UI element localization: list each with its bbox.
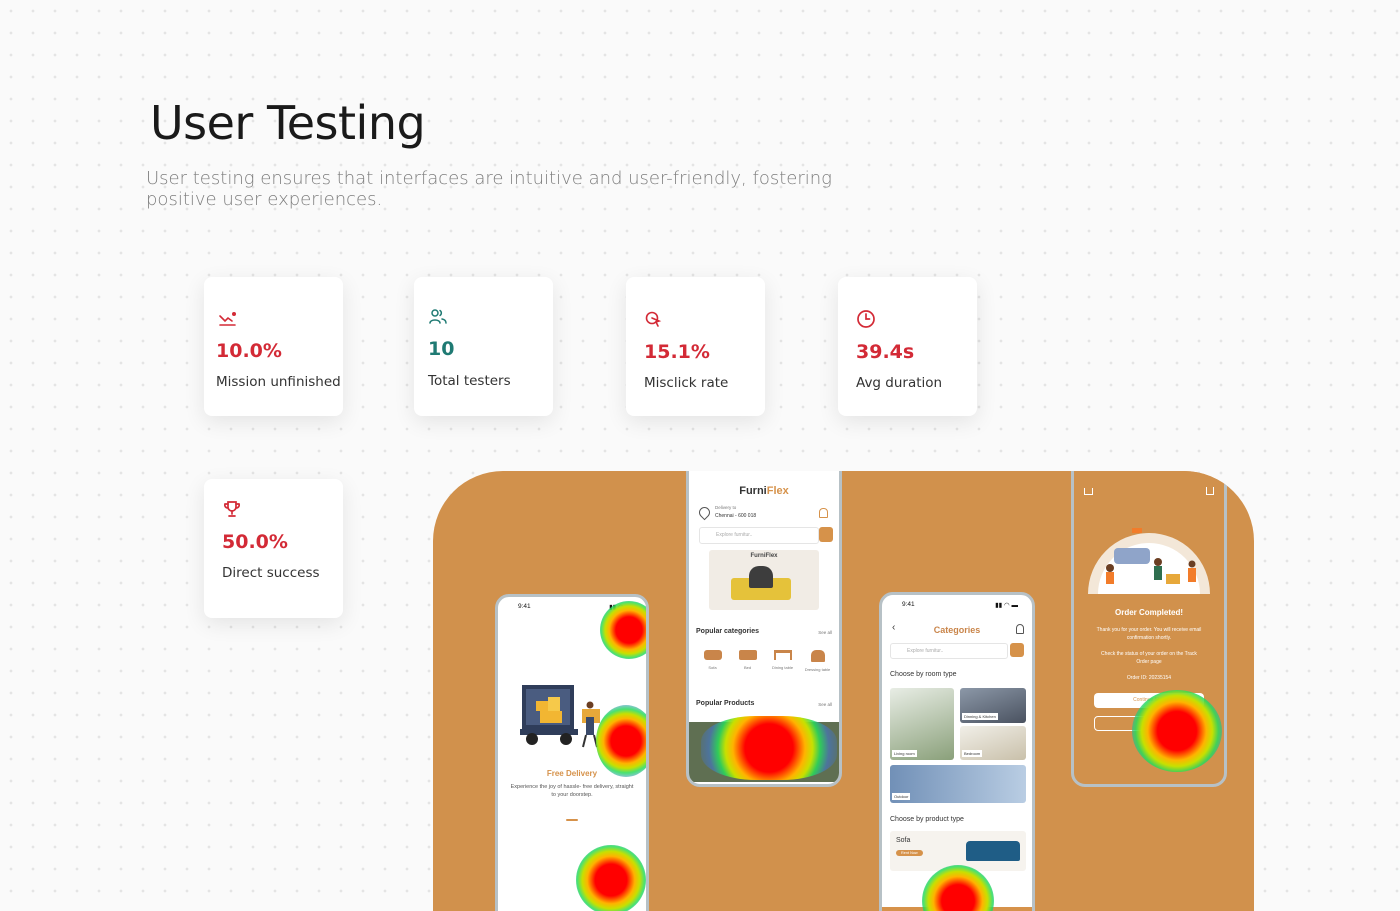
signal-icon: ▮▮ ◠ ▬: [995, 602, 1018, 609]
heatmap-spot: [576, 845, 646, 911]
popular-categories-heading: Popular categories: [696, 628, 760, 635]
page-indicator: [566, 819, 578, 821]
page-subtitle: User testing ensures that interfaces are…: [146, 168, 832, 210]
stat-card-total-testers: 10 Total testers: [414, 277, 553, 416]
see-all-products[interactable]: See all: [818, 702, 832, 707]
notification-icon[interactable]: [819, 508, 828, 518]
phone-order-completed: Order Completed! Thank you for your orde…: [1071, 471, 1227, 787]
brand-prefix: Furni: [739, 485, 767, 497]
room-outdoor[interactable]: Outdoor: [890, 765, 1026, 803]
room-label: Dinning & Kitchen: [962, 713, 998, 720]
search-bar[interactable]: Explore furnitur..: [699, 527, 819, 544]
filter-button[interactable]: [1010, 643, 1024, 657]
cursor-click-icon: [645, 311, 662, 327]
room-label: Bedroom: [962, 750, 983, 757]
category-sofa[interactable]: Sofa: [697, 650, 729, 680]
users-icon: [429, 309, 447, 324]
movers-illustration: [1088, 528, 1210, 594]
onboarding-body: Experience the joy of hassle- free deliv…: [510, 784, 634, 798]
heatmap-spot: [922, 865, 994, 911]
phone-onboarding: 9:41▮▮ ◠ ▬ Free Delivery Experience the …: [495, 594, 649, 911]
stat-card-direct-success: 50.0% Direct success: [204, 479, 343, 618]
status-time: 9:41: [518, 603, 531, 610]
bed-icon: [738, 650, 757, 660]
trend-down-icon: [219, 311, 237, 326]
stat-value: 39.4s: [856, 341, 915, 363]
filter-button[interactable]: [819, 527, 833, 542]
stat-label: Misclick rate: [644, 375, 729, 391]
home-icon[interactable]: [1084, 488, 1093, 495]
banner-people-image: [749, 566, 773, 588]
stat-card-mission-unfinished: 10.0% Mission unfinished: [204, 277, 343, 416]
stat-label: Total testers: [428, 373, 511, 389]
dressing-table-icon: [810, 650, 825, 662]
search-placeholder: Explore furnitur..: [716, 532, 753, 538]
stat-label: Avg duration: [856, 375, 943, 391]
heatmap-spot: [596, 705, 646, 777]
location-pin-icon: [696, 504, 713, 521]
category-label: Bed: [743, 665, 752, 670]
stat-label: Mission unfinished: [216, 374, 341, 390]
room-bedroom[interactable]: Bedroom: [960, 726, 1026, 760]
categories-title: Categories: [933, 625, 981, 635]
category-dressing[interactable]: Dressing table: [802, 650, 834, 680]
room-type-heading: Choose by room type: [890, 671, 957, 678]
search-bar[interactable]: Explore furnitur..: [890, 643, 1008, 659]
stat-card-misclick-rate: 15.1% Misclick rate: [626, 277, 765, 416]
brand-suffix: Flex: [766, 485, 789, 497]
category-label: Dining table: [771, 665, 794, 670]
phone-home: FurniFlex Delivery to Chennai - 600 018 …: [686, 471, 842, 787]
category-bed[interactable]: Bed: [732, 650, 764, 680]
category-list: Sofa Bed Dining table Dressing table: [695, 650, 835, 680]
product-type-heading: Choose by product type: [890, 816, 964, 823]
order-message: Thank you for your order. You will recei…: [1096, 627, 1202, 641]
heatmap-spot: [701, 716, 837, 780]
delivery-label: Delivery to: [715, 505, 737, 510]
clock-icon: [857, 310, 875, 328]
stat-value: 50.0%: [222, 531, 288, 553]
brand-logo: FurniFlex: [689, 485, 839, 497]
sofa-icon: [703, 650, 722, 660]
sofa-product-image: [966, 841, 1020, 861]
category-label: Sofa: [708, 665, 717, 670]
order-track-text: Check the status of your order on the Tr…: [1101, 651, 1197, 665]
stat-card-avg-duration: 39.4s Avg duration: [838, 277, 977, 416]
room-dining[interactable]: Dinning & Kitchen: [960, 688, 1026, 723]
product-name: Sofa: [896, 837, 911, 844]
heatmap-spot: [1132, 690, 1222, 772]
notification-icon[interactable]: [1016, 624, 1024, 634]
see-all-categories[interactable]: See all: [818, 630, 832, 635]
category-label: Dressing table: [804, 667, 831, 672]
stat-value: 10: [428, 338, 455, 360]
promo-banner[interactable]: FurniFlex: [709, 550, 819, 610]
stat-label: Direct success: [222, 565, 320, 581]
delivery-address[interactable]: Chennai - 600 018: [715, 513, 756, 519]
heatmap-showcase: 9:41▮▮ ◠ ▬ Free Delivery Experience the …: [433, 471, 1254, 911]
room-living[interactable]: Living room: [890, 688, 954, 760]
popular-products-heading: Popular Products: [696, 700, 755, 707]
room-label: Living room: [892, 750, 917, 757]
category-dining[interactable]: Dining table: [767, 650, 799, 680]
search-placeholder: Explore furnitur..: [907, 648, 944, 654]
status-time: 9:41: [902, 601, 915, 608]
phone-categories: 9:41 ▮▮ ◠ ▬ ‹ Categories Explore furnitur…: [879, 592, 1035, 911]
rent-now-button[interactable]: Rent Now: [896, 850, 923, 856]
share-icon[interactable]: [1206, 487, 1214, 495]
stat-value: 10.0%: [216, 340, 282, 362]
trophy-icon: [223, 501, 241, 517]
dining-table-icon: [773, 650, 792, 660]
page-title: User Testing: [150, 96, 426, 150]
order-id: Order ID: 20235154: [1126, 675, 1172, 681]
banner-brand: FurniFlex: [750, 553, 778, 559]
order-title: Order Completed!: [1114, 608, 1183, 617]
stat-value: 15.1%: [644, 341, 710, 363]
heatmap-spot: [600, 601, 646, 659]
status-bar: 9:41 ▮▮ ◠ ▬: [902, 601, 1018, 609]
room-label: Outdoor: [892, 793, 911, 800]
